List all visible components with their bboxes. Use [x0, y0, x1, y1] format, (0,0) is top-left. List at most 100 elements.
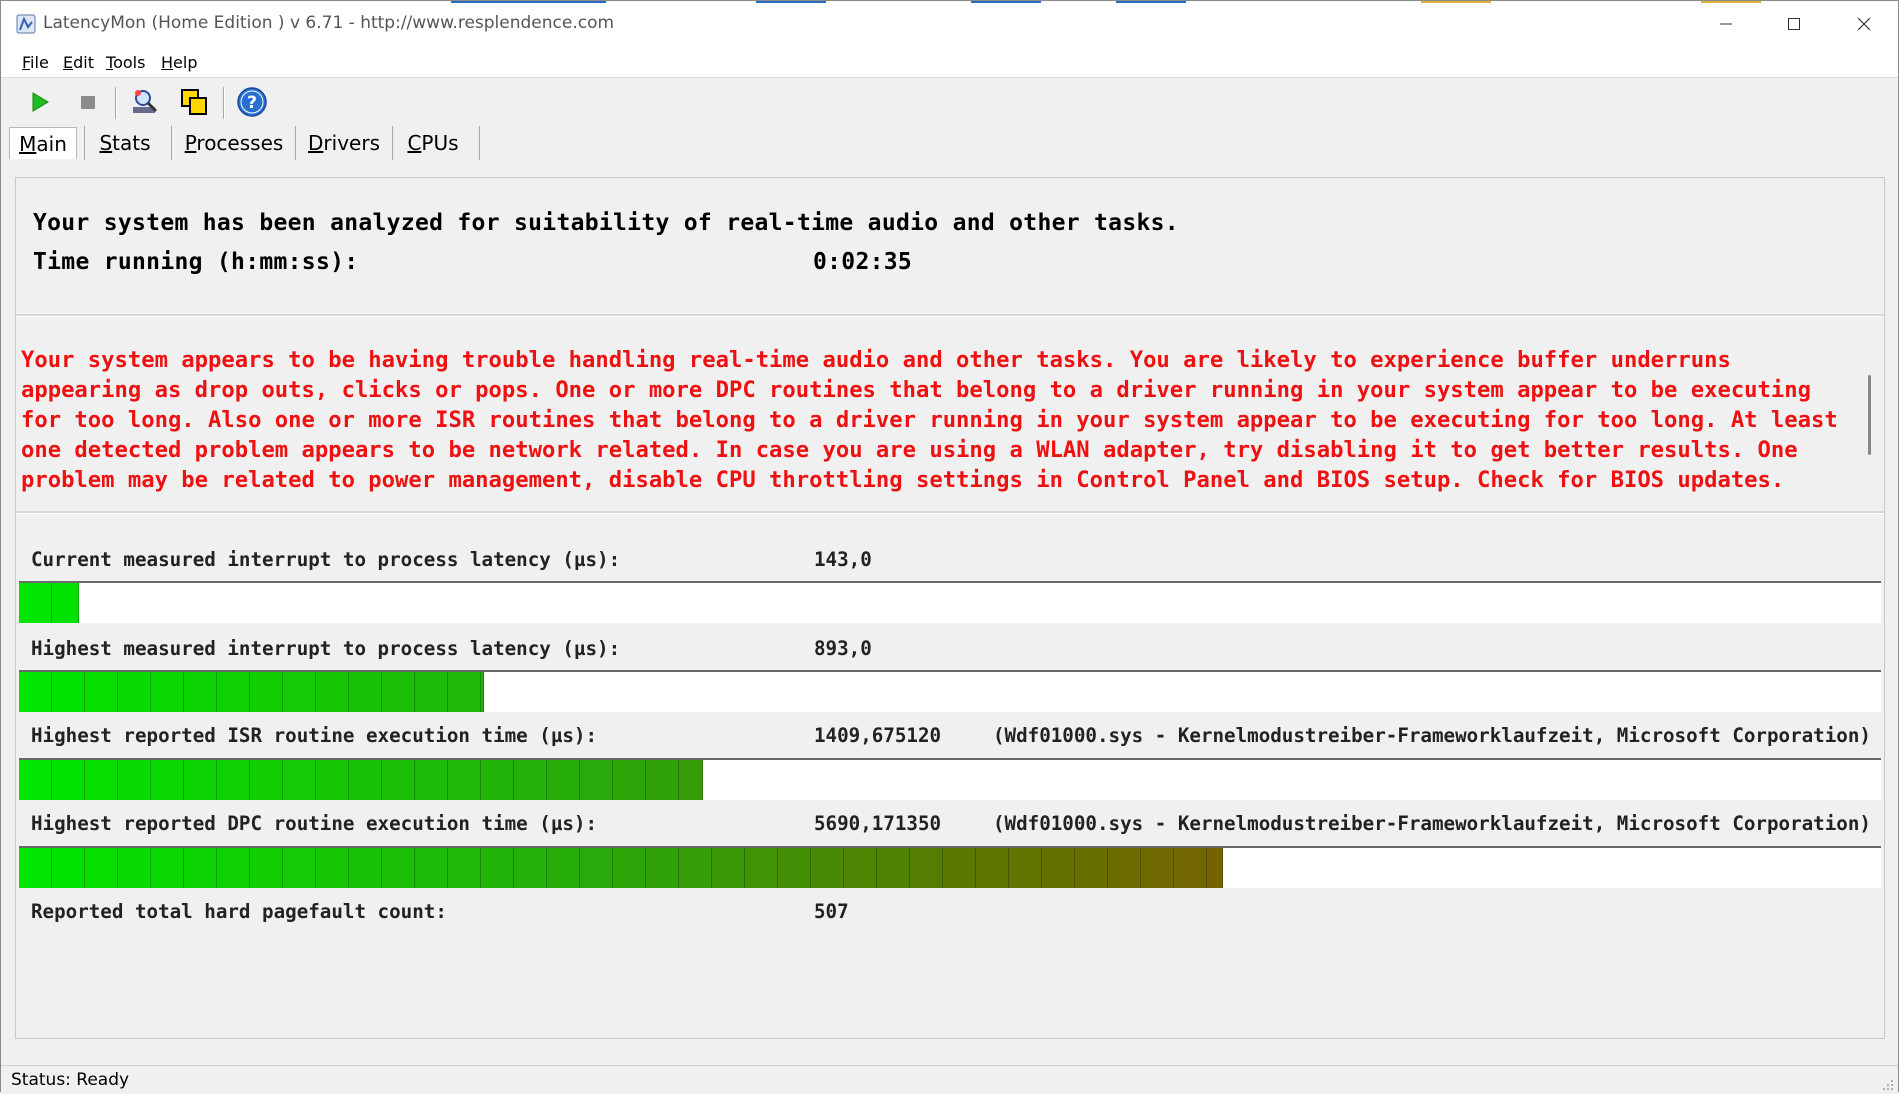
bar-segment	[349, 760, 382, 800]
bar-segment	[1141, 848, 1174, 888]
maximize-button[interactable]	[1759, 1, 1829, 47]
bar-segment	[580, 760, 613, 800]
title-accent	[971, 1, 1041, 3]
bar-segment	[1009, 848, 1042, 888]
bar-segment	[646, 760, 679, 800]
bar-segment	[52, 672, 85, 712]
metric-label: Highest reported ISR routine execution t…	[31, 724, 598, 747]
toolbar-separator	[223, 87, 224, 119]
bar-segment	[349, 672, 382, 712]
start-button[interactable]	[23, 85, 57, 119]
bar-segment	[415, 848, 448, 888]
title-accent	[1421, 1, 1491, 3]
section-divider	[16, 314, 1884, 317]
latency-bar	[19, 758, 1881, 800]
bar-segment	[19, 583, 52, 623]
bar-segment	[19, 760, 52, 800]
bar-segment	[778, 848, 811, 888]
tab-main[interactable]: Main	[9, 127, 77, 159]
bar-segment	[52, 848, 85, 888]
bar-segment	[250, 760, 283, 800]
stop-icon	[81, 96, 95, 109]
menu-edit[interactable]: Edit	[63, 53, 94, 72]
minimize-button[interactable]	[1691, 1, 1761, 47]
bar-segment	[1108, 848, 1141, 888]
metric-value: 1409,675120	[814, 724, 942, 747]
tab-stats[interactable]: Stats	[89, 127, 161, 159]
tab-separator	[479, 126, 480, 160]
resize-grip-icon[interactable]	[1880, 1077, 1894, 1091]
bar-segment	[448, 672, 481, 712]
tab-cpus-label: CPUs	[407, 131, 459, 155]
bar-segment	[217, 760, 250, 800]
bar-segment	[613, 848, 646, 888]
tab-cpus[interactable]: CPUs	[399, 127, 467, 159]
title-bar[interactable]: LatencyMon (Home Edition ) v 6.71 - http…	[1, 1, 1898, 47]
latency-bar	[19, 581, 1881, 623]
stop-button[interactable]	[71, 85, 105, 119]
bar-segment	[250, 672, 283, 712]
bar-segment	[151, 672, 184, 712]
minimize-icon	[1720, 23, 1732, 25]
bar-segment	[316, 672, 349, 712]
bar-segment	[580, 848, 613, 888]
toolbar: ?	[1, 81, 1898, 123]
time-running-label: Time running (h:mm:ss):	[33, 249, 359, 275]
toolbar-separator	[115, 87, 116, 119]
bar-segment	[481, 848, 514, 888]
status-text: Status: Ready	[11, 1070, 130, 1090]
menu-tools[interactable]: Tools	[106, 53, 145, 72]
latency-bar	[19, 846, 1881, 888]
bar-segment	[448, 760, 481, 800]
bar-segment	[811, 848, 844, 888]
bar-segment	[943, 848, 976, 888]
analyze-button[interactable]	[128, 85, 162, 119]
tab-separator	[295, 126, 296, 160]
tab-processes[interactable]: Processes	[178, 127, 290, 159]
bar-segment	[349, 848, 382, 888]
tab-processes-label: Processes	[184, 131, 284, 155]
scrollbar-thumb[interactable]	[1868, 375, 1871, 455]
close-icon	[1857, 17, 1871, 31]
bar-segment	[712, 848, 745, 888]
bar-segment	[646, 848, 679, 888]
tab-separator	[84, 126, 85, 160]
bar-segment	[118, 672, 151, 712]
warning-scrollbar[interactable]	[1859, 345, 1879, 511]
help-button[interactable]: ?	[235, 85, 269, 119]
metric-driver-info: (Wdf01000.sys - Kernelmodustreiber-Frame…	[993, 724, 1871, 747]
menu-help[interactable]: Help	[161, 53, 197, 72]
metric-label: Highest measured interrupt to process la…	[31, 637, 621, 660]
bar-segment	[514, 848, 547, 888]
bar-segment	[481, 760, 514, 800]
warning-text: Your system appears to be having trouble…	[21, 347, 1851, 493]
bar-segment	[1075, 848, 1108, 888]
copy-icon	[181, 89, 207, 115]
tab-drivers-label: Drivers	[308, 131, 380, 155]
bar-segment	[151, 760, 184, 800]
bar-segment	[85, 848, 118, 888]
metric-label: Highest reported DPC routine execution t…	[31, 812, 598, 835]
bar-segment	[415, 672, 448, 712]
section-divider	[16, 511, 1884, 514]
menu-bar: File Edit Tools Help	[1, 47, 1898, 78]
tab-drivers[interactable]: Drivers	[303, 127, 385, 159]
bar-segment	[151, 848, 184, 888]
latencymon-window: LatencyMon (Home Edition ) v 6.71 - http…	[0, 0, 1899, 1094]
bar-segment	[415, 760, 448, 800]
title-accent	[451, 1, 606, 3]
bar-segment	[382, 848, 415, 888]
maximize-icon	[1788, 18, 1800, 30]
latency-bar-fill	[19, 760, 703, 800]
window-title: LatencyMon (Home Edition ) v 6.71 - http…	[43, 13, 615, 33]
bar-segment	[382, 672, 415, 712]
copy-button[interactable]	[177, 85, 211, 119]
bar-segment	[184, 760, 217, 800]
bar-segment	[184, 848, 217, 888]
play-icon	[32, 92, 49, 112]
latency-bar	[19, 670, 1881, 712]
tab-separator	[392, 126, 393, 160]
tab-separator	[171, 126, 172, 160]
close-button[interactable]	[1829, 1, 1899, 47]
menu-file[interactable]: File	[22, 53, 49, 72]
